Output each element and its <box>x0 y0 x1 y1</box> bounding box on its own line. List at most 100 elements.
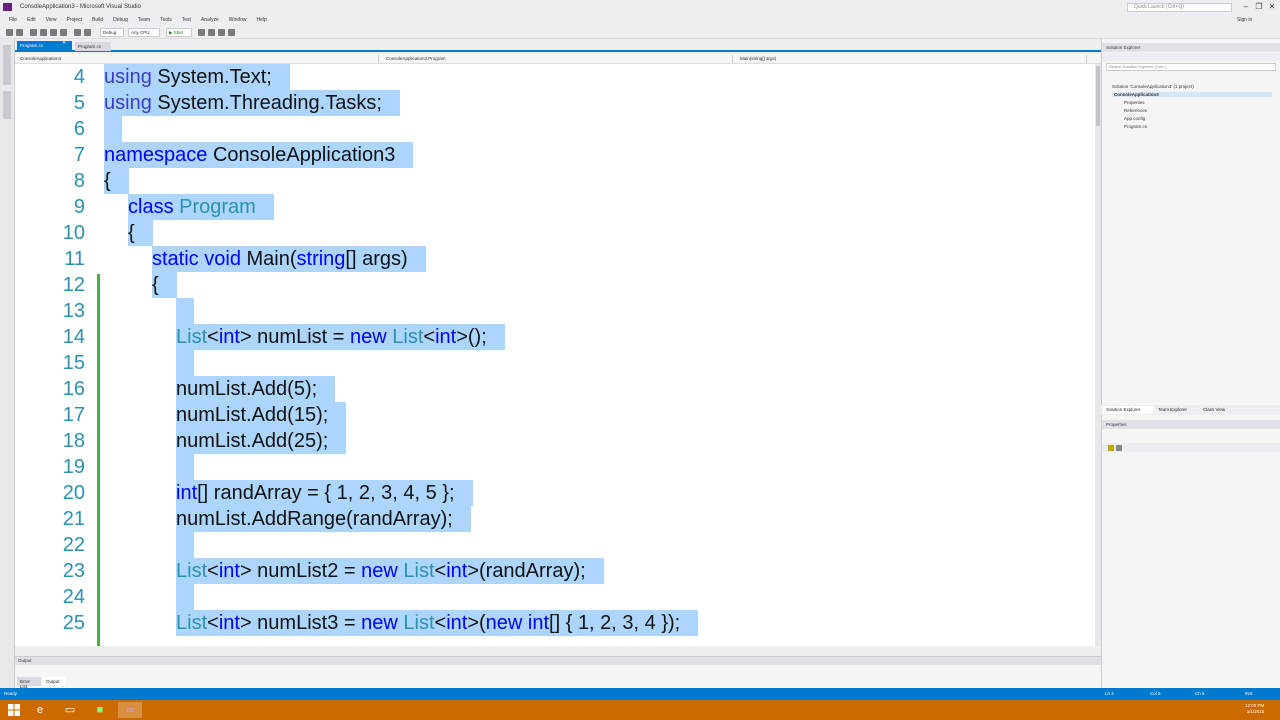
tree-item-references[interactable]: References <box>1124 108 1147 113</box>
tab-team-explorer[interactable]: Team Explorer <box>1155 406 1199 414</box>
store-icon[interactable]: ■ <box>88 702 112 718</box>
code-token: namespace <box>104 144 213 166</box>
comment-icon[interactable] <box>228 29 235 36</box>
project-dropdown[interactable]: ConsoleApplication3 <box>17 55 379 63</box>
undo-icon[interactable] <box>74 29 81 36</box>
code-token: int <box>435 326 457 348</box>
code-line[interactable]: 24 <box>15 584 1095 610</box>
file-explorer-icon[interactable]: ▭ <box>58 702 82 718</box>
code-token: numList.AddRange(randArray); <box>176 508 453 530</box>
menu-file[interactable]: File <box>4 14 22 26</box>
code-line[interactable]: 4 using System.Text; <box>15 64 1095 90</box>
menu-project[interactable]: Project <box>61 14 87 26</box>
menu-debug[interactable]: Debug <box>108 14 133 26</box>
code-token: using <box>104 92 158 114</box>
code-token: int <box>218 612 240 634</box>
server-explorer-tab[interactable] <box>3 45 11 85</box>
status-line: Ln 4 <box>1105 691 1114 696</box>
code-line[interactable]: 13 <box>15 298 1095 324</box>
maximize-button[interactable]: ❐ <box>1253 2 1265 12</box>
menu-build[interactable]: Build <box>87 14 108 26</box>
code-line[interactable]: 6 <box>15 116 1095 142</box>
tab-output[interactable]: Output <box>43 677 65 686</box>
line-code <box>176 454 194 480</box>
code-line[interactable]: 17 numList.Add(15); <box>15 402 1095 428</box>
menu-window[interactable]: Window <box>224 14 252 26</box>
categorized-icon[interactable] <box>1108 445 1114 451</box>
menu-edit[interactable]: Edit <box>22 14 41 26</box>
scrollbar-thumb[interactable] <box>1096 66 1100 126</box>
line-number: 4 <box>73 66 85 88</box>
class-dropdown[interactable]: ConsoleApplication3.Program <box>383 55 733 63</box>
code-line[interactable]: 16 numList.Add(5); <box>15 376 1095 402</box>
toolbox-tab[interactable] <box>3 91 11 119</box>
code-line[interactable]: 23 List<int> numList2 = new List<int>(ran… <box>15 558 1095 584</box>
system-clock[interactable]: 12:00 PM 1/1/2015 <box>1245 703 1264 715</box>
code-line[interactable]: 10 { <box>15 220 1095 246</box>
code-line[interactable]: 25 List<int> numList3 = new List<int>(new… <box>15 610 1095 636</box>
code-line[interactable]: 8{ <box>15 168 1095 194</box>
attach-icon[interactable] <box>198 29 205 36</box>
line-code <box>104 116 122 142</box>
tab-program-cs-preview[interactable]: Program.cs <box>75 42 111 51</box>
menu-test[interactable]: Test <box>177 14 196 26</box>
step-icon[interactable] <box>208 29 215 36</box>
code-token: new <box>361 560 404 582</box>
code-line[interactable]: 14 List<int> numList = new List<int>(); <box>15 324 1095 350</box>
tree-item-project[interactable]: ConsoleApplication3 <box>1112 92 1272 97</box>
forward-icon[interactable] <box>16 29 23 36</box>
menu-team[interactable]: Team <box>133 14 155 26</box>
tab-error-list[interactable]: Error List <box>17 677 41 689</box>
code-line[interactable]: 21 numList.AddRange(randArray); <box>15 506 1095 532</box>
minimize-button[interactable]: – <box>1240 2 1252 12</box>
tree-item-properties[interactable]: Properties <box>1124 100 1145 105</box>
internet-explorer-icon[interactable]: e <box>28 702 52 718</box>
quick-launch-input[interactable]: Quick Launch (Ctrl+Q) <box>1127 3 1232 12</box>
right-pane-tabs: Solution Explorer Team Explorer Class Vi… <box>1101 405 1280 415</box>
save-all-icon[interactable] <box>60 29 67 36</box>
code-line[interactable]: 7 namespace ConsoleApplication3 <box>15 142 1095 168</box>
menu-help[interactable]: Help <box>252 14 272 26</box>
menu-analyze[interactable]: Analyze <box>196 14 224 26</box>
close-button[interactable]: ✕ <box>1266 2 1278 12</box>
start-button[interactable]: ▶ Start <box>166 28 192 37</box>
code-line[interactable]: 19 <box>15 454 1095 480</box>
tab-solution-explorer[interactable]: Solution Explorer <box>1103 406 1153 414</box>
code-line[interactable]: 11 static void Main(string[] args) <box>15 246 1095 272</box>
code-line[interactable]: 5 using System.Threading.Tasks; <box>15 90 1095 116</box>
code-line[interactable]: 15 <box>15 350 1095 376</box>
tree-item-program-cs[interactable]: Program.cs <box>1124 124 1147 129</box>
tree-item-solution[interactable]: Solution 'ConsoleApplication3' (1 projec… <box>1112 84 1194 89</box>
code-line[interactable]: 22 <box>15 532 1095 558</box>
line-number: 5 <box>73 92 85 114</box>
redo-icon[interactable] <box>84 29 91 36</box>
visual-studio-taskbar-icon[interactable]: ∞ <box>118 702 142 718</box>
code-line[interactable]: 9 class Program <box>15 194 1095 220</box>
close-tab-icon[interactable]: ✕ <box>62 40 66 46</box>
code-token: > numList2 = <box>239 560 362 582</box>
alphabetical-icon[interactable] <box>1116 445 1122 451</box>
code-line[interactable]: 12 { <box>15 272 1095 298</box>
save-icon[interactable] <box>50 29 57 36</box>
menu-tools[interactable]: Tools <box>155 14 177 26</box>
back-icon[interactable] <box>6 29 13 36</box>
code-editor[interactable]: 4 using System.Text; 5 using System.Threadi… <box>15 64 1095 646</box>
menu-view[interactable]: View <box>41 14 62 26</box>
sign-in-link[interactable]: Sign in <box>1237 17 1252 23</box>
code-line[interactable]: 20 int[] randArray = { 1, 2, 3, 4, 5 }; <box>15 480 1095 506</box>
tab-class-view[interactable]: Class View <box>1200 406 1234 414</box>
new-project-icon[interactable] <box>30 29 37 36</box>
member-dropdown[interactable]: Main(string[] args) <box>737 55 1087 63</box>
code-token: < <box>207 560 219 582</box>
windows-start-icon[interactable] <box>8 704 20 716</box>
platform-select[interactable]: Any CPU <box>128 28 160 37</box>
left-tool-strip <box>0 39 15 688</box>
solution-search-input[interactable]: Search Solution Explorer (Ctrl+;) <box>1106 63 1276 71</box>
line-code: { <box>152 272 177 298</box>
configuration-select[interactable]: Debug <box>100 28 124 37</box>
tree-item-app-config[interactable]: App.config <box>1124 116 1145 121</box>
line-code: { <box>128 220 153 246</box>
bookmark-icon[interactable] <box>218 29 225 36</box>
open-file-icon[interactable] <box>40 29 47 36</box>
code-line[interactable]: 18 numList.Add(25); <box>15 428 1095 454</box>
